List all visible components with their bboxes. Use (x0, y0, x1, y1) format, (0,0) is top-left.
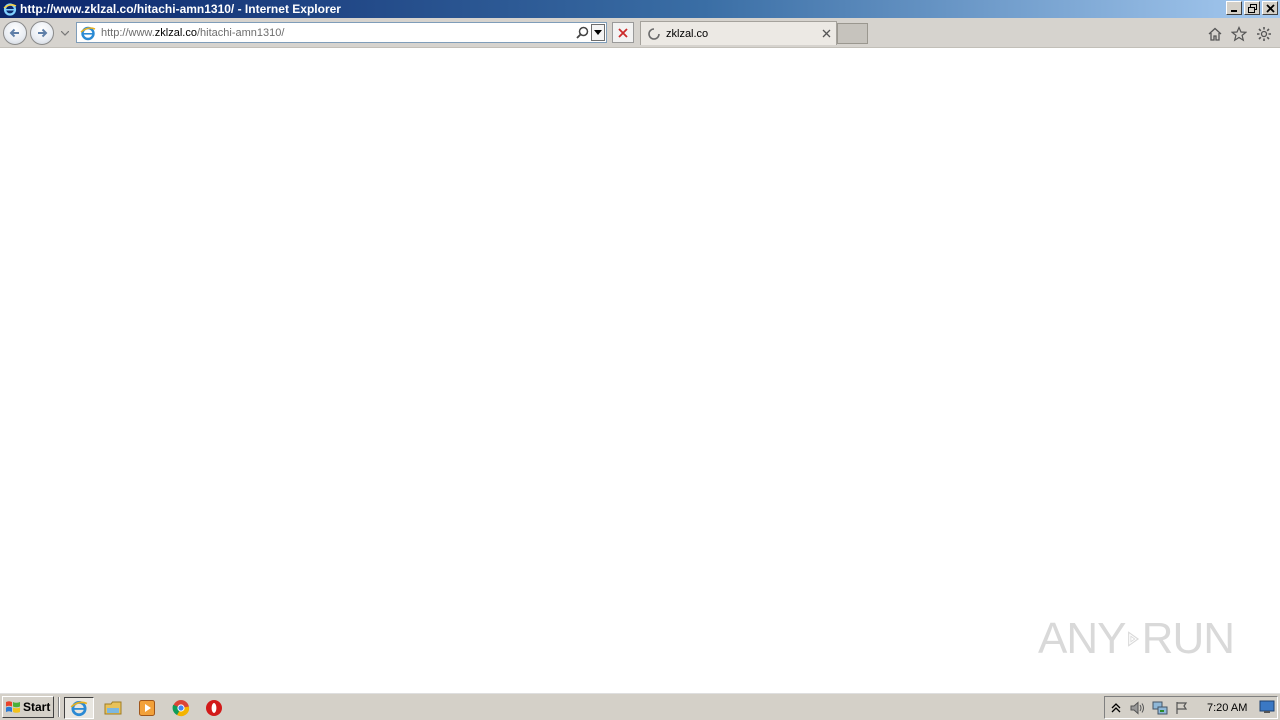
taskbar-separator (58, 697, 60, 717)
taskbar-ie-button[interactable] (64, 697, 94, 719)
watermark-text-right: RUN (1141, 614, 1235, 663)
stop-x-icon (618, 27, 628, 38)
taskbar-opera-button[interactable] (200, 697, 228, 719)
tab-label: zklzal.co (666, 27, 709, 40)
anyrun-watermark: ANY RUN (1038, 608, 1235, 670)
page-content-area[interactable] (0, 48, 1280, 692)
ie-icon (70, 701, 88, 717)
star-icon (1231, 26, 1247, 42)
browser-toolbar: http://www.zklzal.co/hitachi-amn1310/ zk… (0, 18, 1280, 48)
taskbar-explorer-button[interactable] (99, 697, 127, 719)
windows-logo-icon (6, 701, 20, 713)
system-tray: 7:20 AM (1104, 696, 1278, 719)
gear-icon (1257, 27, 1271, 41)
loading-spinner-icon (648, 27, 660, 40)
tab-close-button[interactable] (819, 27, 833, 41)
url-host: zklzal.co (154, 26, 197, 39)
tray-volume[interactable] (1127, 698, 1149, 718)
url-path: /hitachi-amn1310/ (196, 26, 285, 39)
chevron-down-icon (61, 30, 69, 36)
chevron-down-icon (594, 30, 602, 35)
start-label: Start (23, 700, 51, 714)
new-tab-button[interactable] (837, 23, 868, 44)
favorites-button[interactable] (1230, 25, 1248, 43)
url-text[interactable]: http://www.zklzal.co/hitachi-amn1310/ (101, 27, 573, 39)
close-button[interactable] (1262, 1, 1278, 15)
taskbar-clock[interactable]: 7:20 AM (1207, 702, 1247, 714)
taskbar: Start 7:20 AM (0, 692, 1280, 720)
ie-icon (2, 1, 18, 17)
window-title: http://www.zklzal.co/hitachi-amn1310/ - … (20, 2, 341, 16)
flag-icon (1176, 701, 1188, 714)
chevron-up-icon (1111, 702, 1121, 712)
taskbar-media-player-button[interactable] (133, 697, 161, 719)
close-icon (822, 29, 830, 38)
address-dropdown[interactable] (591, 24, 605, 41)
restore-button[interactable] (1244, 1, 1260, 15)
network-icon (1152, 701, 1168, 714)
speaker-icon (1130, 700, 1144, 715)
tray-network[interactable] (1149, 698, 1171, 718)
folder-icon (104, 701, 122, 715)
tray-action-center[interactable] (1171, 698, 1193, 718)
search-icon (575, 26, 588, 39)
forward-button[interactable] (30, 21, 54, 45)
opera-icon (206, 700, 222, 716)
chrome-icon (172, 700, 190, 717)
history-dropdown[interactable] (60, 28, 70, 38)
stop-button[interactable] (612, 22, 634, 43)
watermark-text-left: ANY (1038, 614, 1126, 663)
taskbar-chrome-button[interactable] (167, 697, 195, 719)
search-button[interactable] (573, 23, 591, 42)
window-controls (1226, 1, 1278, 15)
tools-button[interactable] (1255, 25, 1273, 43)
tray-expand-button[interactable] (1105, 698, 1127, 718)
site-ie-icon (79, 24, 97, 42)
media-player-icon (139, 700, 155, 716)
home-icon (1208, 27, 1222, 41)
tab-active[interactable]: zklzal.co (640, 21, 837, 45)
start-button[interactable]: Start (2, 696, 54, 718)
monitor-icon (1259, 700, 1275, 713)
url-prefix: http://www. (101, 26, 155, 39)
minimize-button[interactable] (1226, 1, 1242, 15)
arrow-right-icon (38, 28, 48, 38)
address-bar[interactable]: http://www.zklzal.co/hitachi-amn1310/ (76, 22, 607, 43)
show-desktop-button[interactable] (1258, 698, 1276, 716)
window-titlebar: http://www.zklzal.co/hitachi-amn1310/ - … (0, 0, 1280, 18)
play-logo-icon (1128, 631, 1140, 647)
arrow-left-icon (9, 28, 19, 38)
back-button[interactable] (3, 21, 27, 45)
home-button[interactable] (1206, 25, 1224, 43)
